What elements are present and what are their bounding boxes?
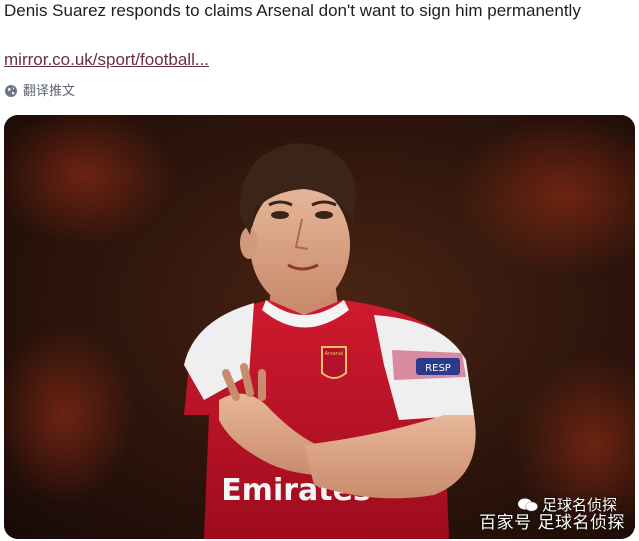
tweet-photo[interactable]: RESP Arsenal Emirates 足球名侦探 百家号 足球名侦探 (4, 115, 635, 539)
translate-tweet-button[interactable]: 翻译推文 (4, 82, 75, 100)
sleeve-badge-text: RESP (425, 363, 451, 374)
crest-text: Arsenal (325, 351, 344, 357)
footballer-photo: RESP Arsenal Emirates (4, 115, 635, 539)
translate-label: 翻译推文 (23, 83, 76, 98)
globe-icon (4, 84, 18, 98)
article-link[interactable]: mirror.co.uk/sport/football... (4, 49, 209, 71)
tweet-headline: Denis Suarez responds to claims Arsenal … (4, 1, 581, 20)
watermark-platform: 百家号 足球名侦探 (479, 513, 625, 533)
